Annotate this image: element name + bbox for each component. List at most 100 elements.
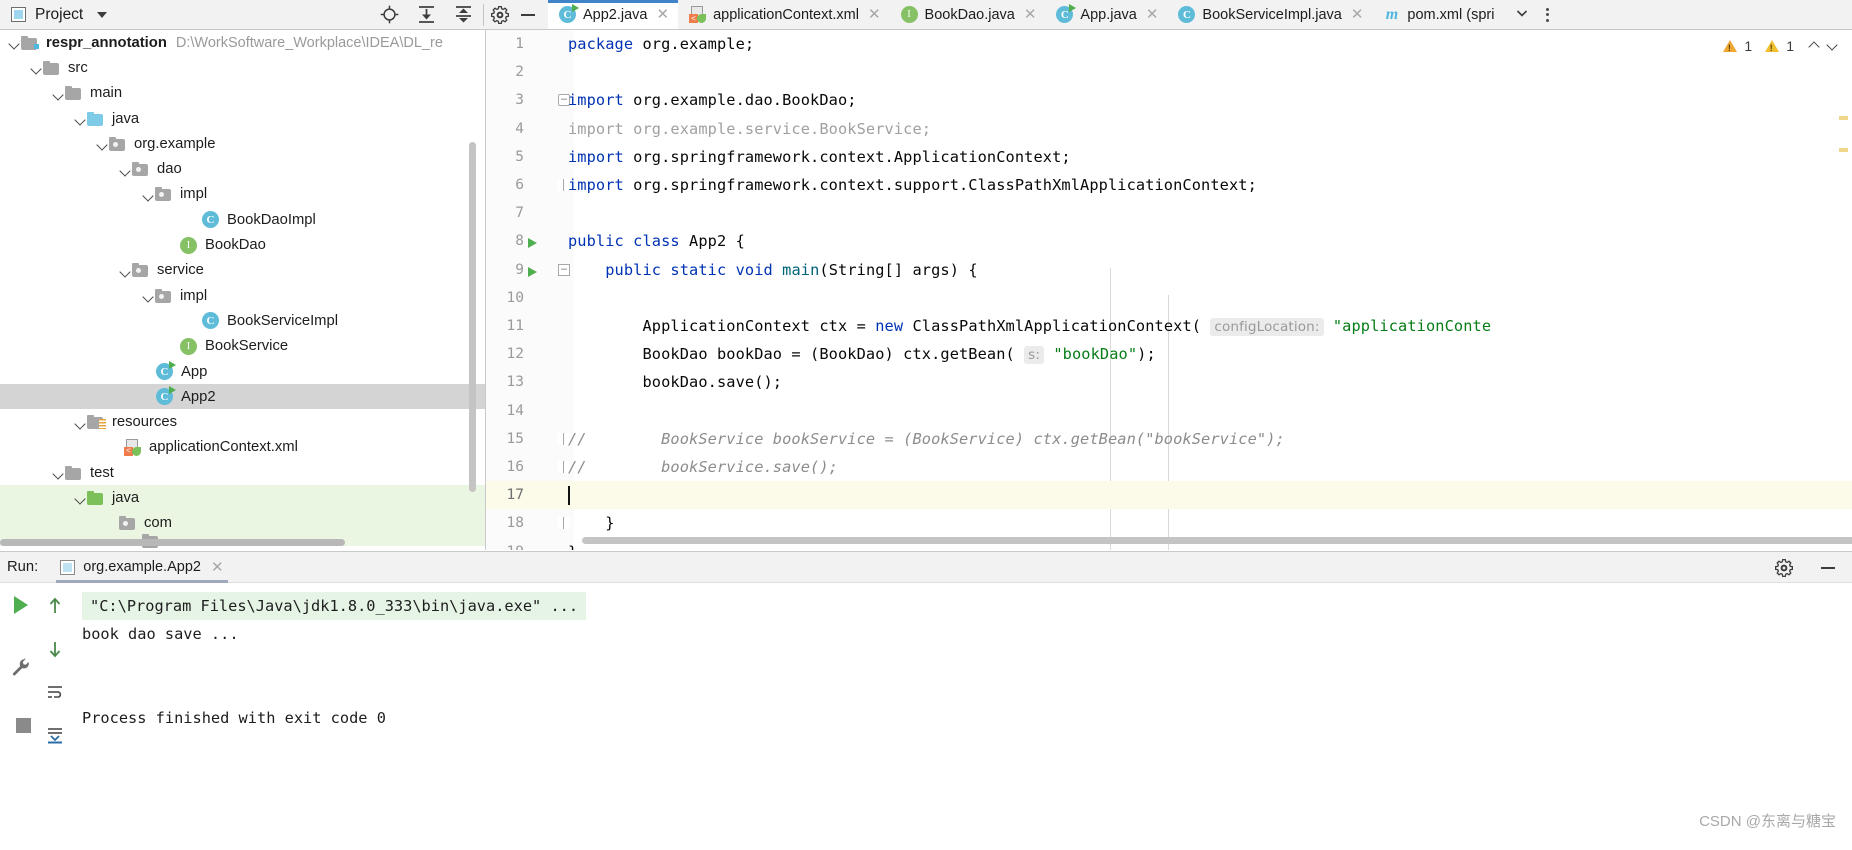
tree-row-service-impl[interactable]: impl (0, 283, 485, 308)
hide-run-panel-icon[interactable] (1814, 553, 1842, 582)
tree-row-service[interactable]: service (0, 258, 485, 283)
settings-gear-icon[interactable] (486, 0, 514, 29)
tab-overflow-controls (1503, 0, 1562, 29)
chevron-icon[interactable] (74, 416, 87, 429)
chevron-icon[interactable] (96, 137, 109, 150)
chevron-up-icon[interactable] (1809, 41, 1820, 52)
close-icon[interactable]: ✕ (211, 558, 224, 576)
code-text: } (568, 543, 577, 550)
code-line-5: 5 import org.springframework.context.App… (486, 143, 1852, 171)
close-icon[interactable]: ✕ (868, 7, 881, 22)
chevron-down-icon[interactable] (1507, 6, 1537, 24)
editor-text-area[interactable]: 1 package org.example; 2 3 – import org.… (486, 30, 1852, 550)
code-line-18: 18 } (486, 509, 1852, 537)
code-editor[interactable]: 1 package org.example; 2 3 – import org.… (486, 30, 1852, 550)
chevron-icon[interactable] (74, 491, 87, 504)
chevron-icon[interactable] (8, 36, 21, 49)
tree-row-bookdao[interactable]: I BookDao (0, 232, 485, 257)
tree-row-bookservice[interactable]: I BookService (0, 334, 485, 359)
tree-row-org-example[interactable]: org.example (0, 131, 485, 156)
chevron-icon[interactable] (142, 188, 155, 201)
chevron-icon[interactable] (119, 264, 132, 277)
scroll-to-end-icon[interactable] (40, 722, 70, 748)
tab-more-options-icon[interactable] (1537, 7, 1558, 22)
locate-icon[interactable] (379, 5, 399, 25)
tree-row-applicationcontext-xml[interactable]: < applicationContext.xml (0, 435, 485, 460)
tree-row-bookserviceimpl[interactable]: C BookServiceImpl (0, 308, 485, 333)
settings-gear-icon[interactable] (1774, 558, 1794, 578)
line-number: 12 (506, 346, 524, 363)
line-number: 17 (506, 487, 524, 504)
tree-item-label: java (112, 110, 140, 127)
marker-stripe-warning[interactable] (1839, 116, 1848, 120)
editor-tab-bookserviceimpl[interactable]: C BookServiceImpl.java ✕ (1167, 0, 1372, 29)
collapse-all-icon[interactable] (453, 5, 473, 25)
run-panel-label: Run: (7, 559, 39, 575)
editor-tab-app2[interactable]: C App2.java ✕ (548, 0, 679, 29)
tree-item-label: service (157, 262, 204, 279)
code-text (568, 485, 570, 505)
expand-all-icon[interactable] (416, 5, 436, 25)
chevron-icon[interactable] (142, 289, 155, 302)
tree-row-dao[interactable]: dao (0, 156, 485, 181)
folder-icon (65, 465, 82, 480)
code-line-16: 16 // bookService.save(); (486, 453, 1852, 481)
tree-row-respr-annotation[interactable]: respr_annotation D:\WorkSoftware_Workpla… (0, 30, 485, 55)
editor-tab-app[interactable]: C App.java ✕ (1045, 0, 1167, 29)
run-class-gutter-icon[interactable] (528, 238, 537, 249)
code-text: bookDao.save(); (568, 373, 783, 392)
tree-vertical-scrollbar[interactable] (469, 142, 476, 492)
chevron-icon[interactable] (30, 61, 43, 74)
chevron-down-icon[interactable] (97, 11, 108, 18)
stop-icon[interactable] (8, 712, 38, 738)
tree-row-app2[interactable]: C App2 (0, 384, 485, 410)
run-console-output[interactable]: "C:\Program Files\Java\jdk1.8.0_333\bin\… (72, 583, 1852, 840)
down-arrow-icon[interactable] (40, 636, 70, 662)
marker-stripe-warning[interactable] (1839, 148, 1848, 152)
warning-icon (1723, 40, 1738, 53)
tree-row-src[interactable]: src (0, 55, 485, 80)
line-number: 19 (486, 544, 524, 550)
inspection-widget[interactable]: 1 1 (1723, 38, 1838, 54)
code-line-12: 12 BookDao bookDao = (BookDao) ctx.getBe… (486, 340, 1852, 368)
wrench-icon[interactable] (6, 654, 36, 680)
editor-horizontal-scrollbar[interactable] (582, 537, 1852, 544)
tree-horizontal-scrollbar[interactable] (0, 539, 345, 546)
code-line-14: 14 (486, 397, 1852, 425)
editor-tab-applicationcontext[interactable]: < applicationContext.xml ✕ (678, 0, 889, 29)
up-arrow-icon[interactable] (40, 593, 70, 619)
tree-row-java-test[interactable]: java (0, 485, 485, 511)
package-icon (119, 516, 136, 531)
tree-row-resources[interactable]: resources (0, 409, 485, 434)
tree-item-label: java (112, 489, 140, 506)
tree-row-main[interactable]: main (0, 81, 485, 106)
tree-item-label: test (90, 464, 114, 481)
chevron-icon[interactable] (52, 87, 65, 100)
tree-row-app[interactable]: C App (0, 359, 485, 384)
tree-row-bookdaoimpl[interactable]: C BookDaoImpl (0, 207, 485, 232)
chevron-icon[interactable] (119, 163, 132, 176)
run-method-gutter-icon[interactable] (528, 266, 537, 277)
editor-tab-label: BookServiceImpl.java (1202, 6, 1342, 23)
project-tree[interactable]: respr_annotation D:\WorkSoftware_Workpla… (0, 30, 485, 550)
hide-toolwindow-icon[interactable] (514, 0, 542, 29)
soft-wrap-icon[interactable] (40, 679, 70, 705)
close-icon[interactable]: ✕ (1351, 7, 1364, 22)
tree-row-dao-impl[interactable]: impl (0, 182, 485, 207)
chevron-icon[interactable] (74, 112, 87, 125)
chevron-icon[interactable] (52, 466, 65, 479)
close-icon[interactable]: ✕ (1146, 7, 1159, 22)
editor-tab-bookdao[interactable]: I BookDao.java ✕ (890, 0, 1046, 29)
rerun-icon[interactable] (6, 592, 36, 618)
editor-tab-pom[interactable]: m pom.xml (spri (1372, 0, 1503, 29)
code-text-comment: // BookService bookService = (BookServic… (568, 429, 1285, 448)
run-panel-header: Run: org.example.App2 ✕ (0, 552, 1852, 583)
tree-row-test[interactable]: test (0, 460, 485, 485)
close-icon[interactable]: ✕ (1024, 7, 1037, 22)
code-line-3: 3 – import org.example.dao.BookDao; (486, 86, 1852, 114)
chevron-down-icon[interactable] (1827, 41, 1838, 52)
tree-row-com[interactable]: com (0, 510, 485, 536)
tree-row-java-main[interactable]: java (0, 106, 485, 131)
run-configuration-tab[interactable]: org.example.App2 ✕ (56, 552, 228, 583)
close-icon[interactable]: ✕ (657, 7, 670, 22)
